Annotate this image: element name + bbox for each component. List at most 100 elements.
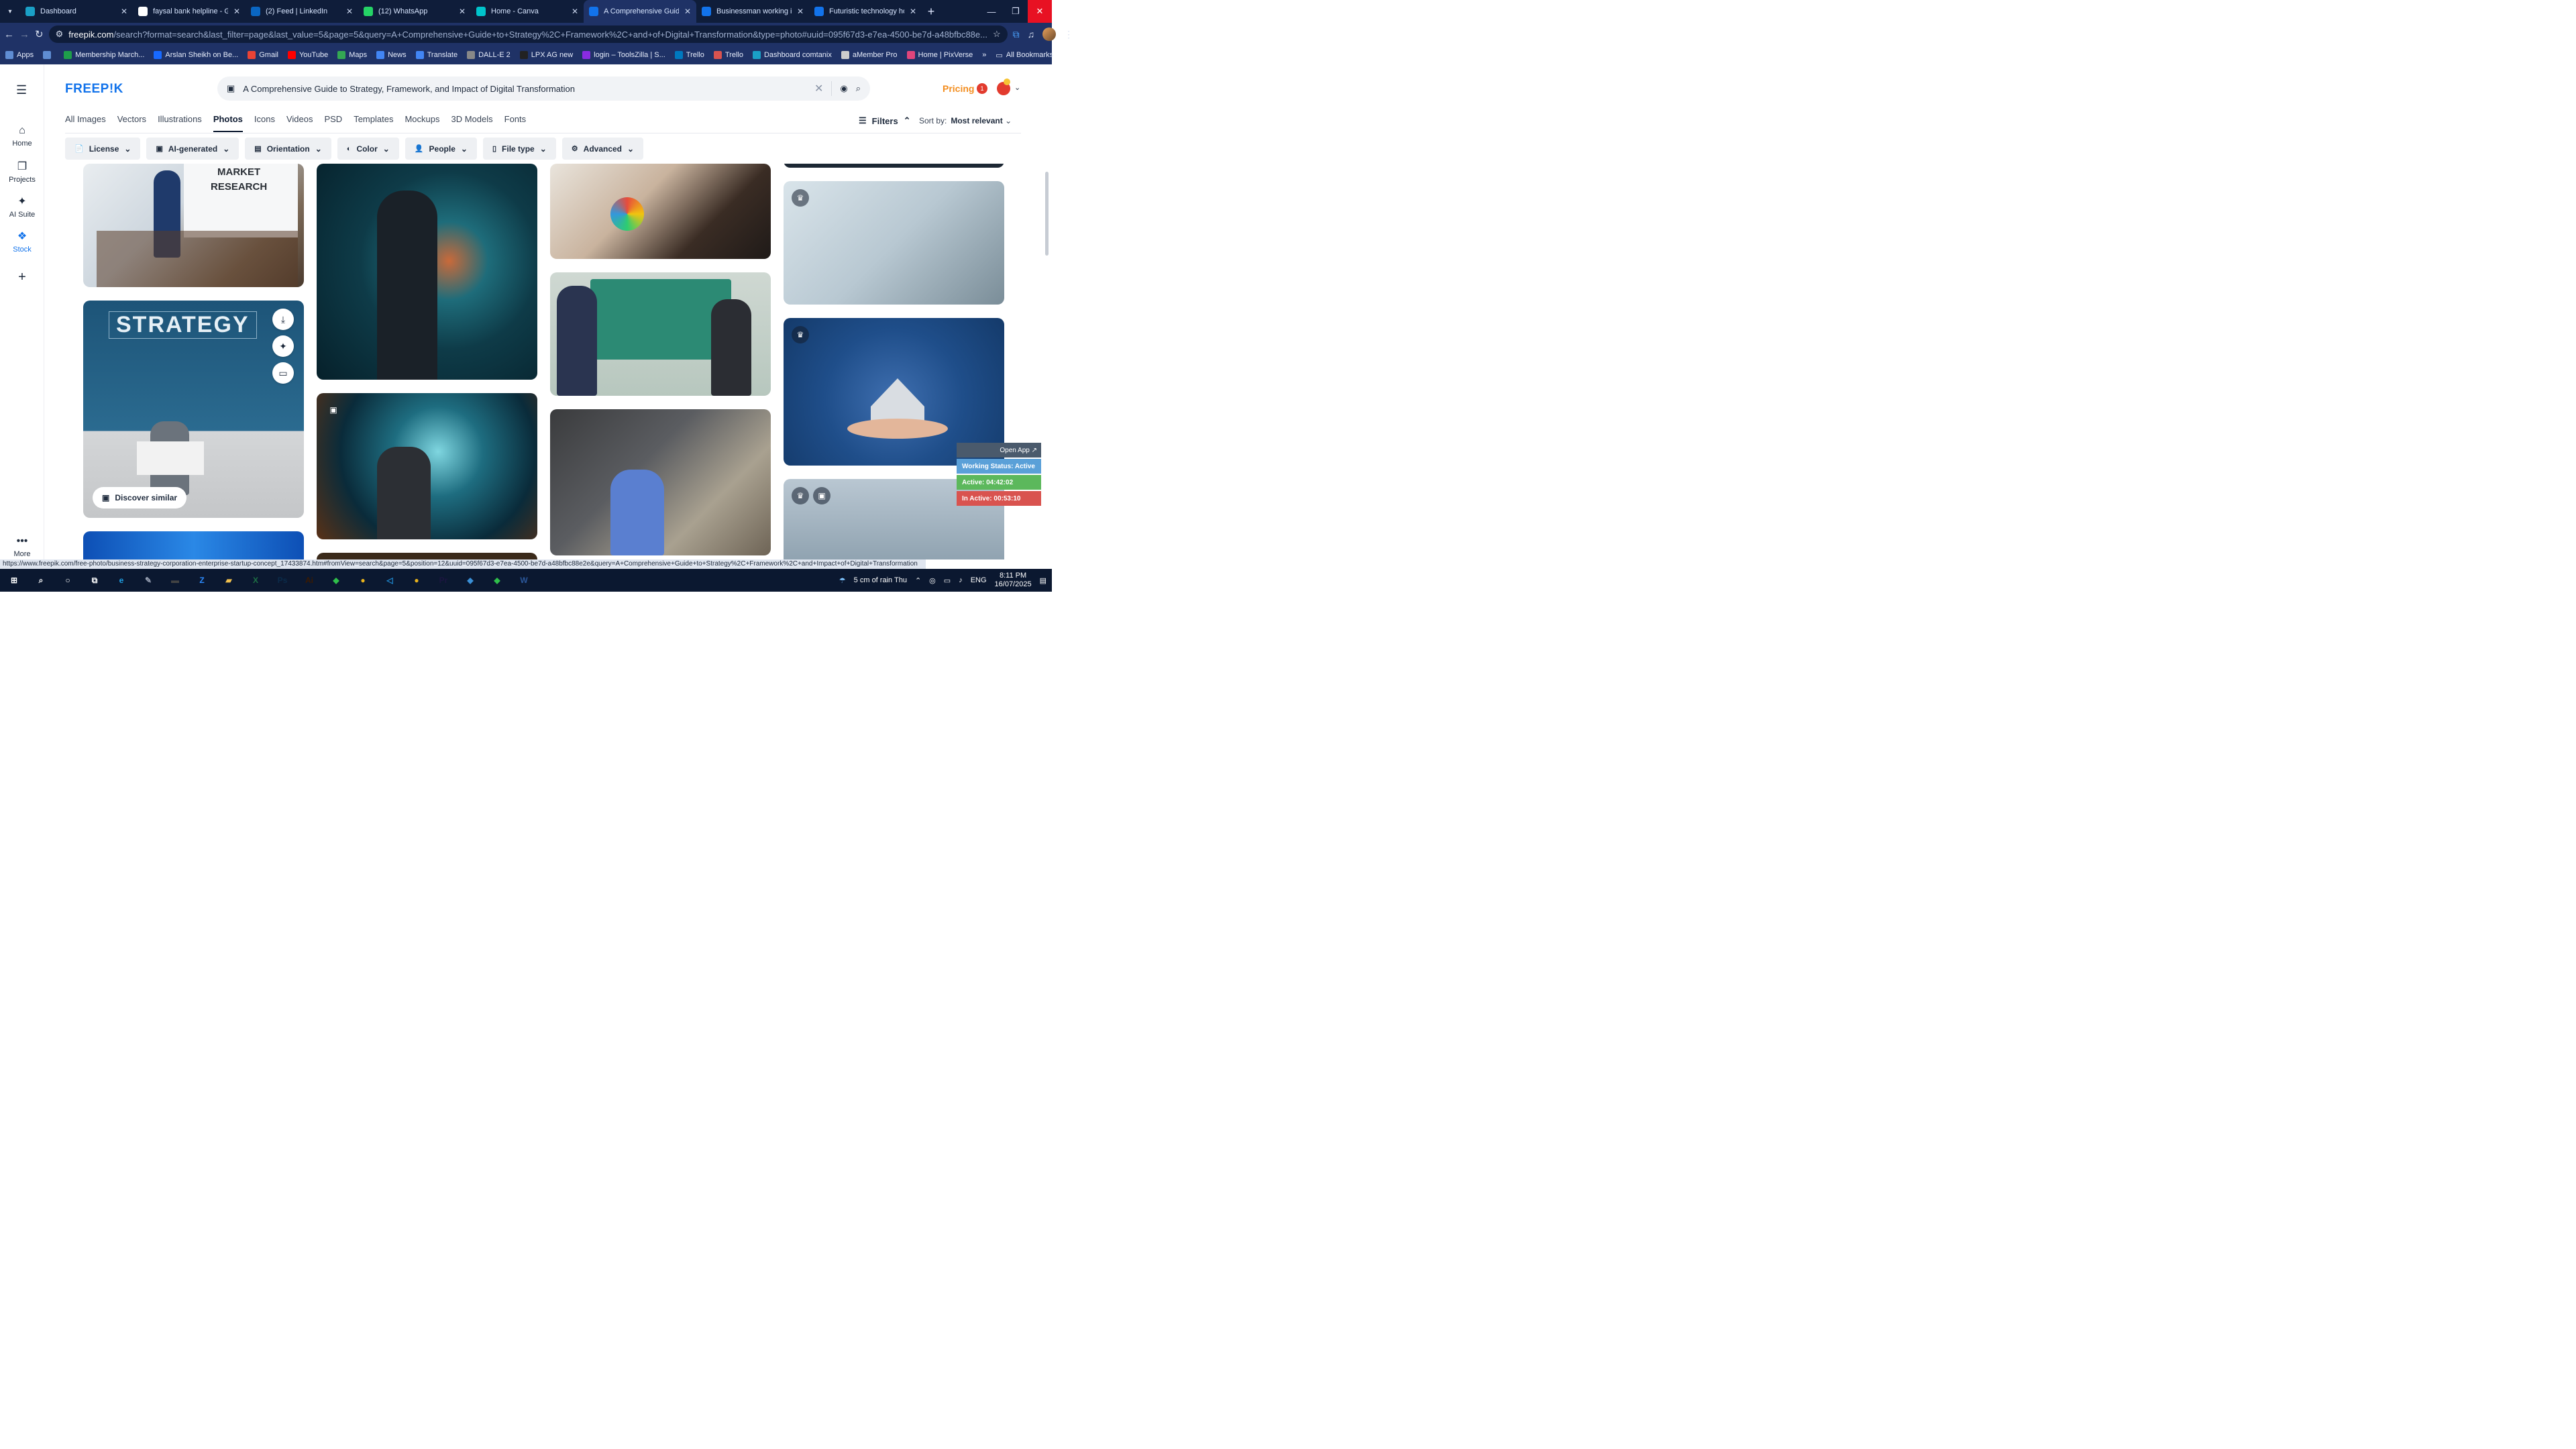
category-tab[interactable]: Templates [354, 114, 393, 132]
illustrator-icon[interactable]: Ai [301, 572, 318, 589]
bookmark-item[interactable]: LPX AG new [519, 51, 573, 59]
close-tab-icon[interactable]: ✕ [121, 7, 127, 16]
close-tab-icon[interactable]: ✕ [684, 7, 691, 16]
bookmark-item[interactable]: Trello [713, 51, 743, 59]
bookmark-item[interactable]: YouTube [287, 51, 328, 59]
new-tab-button[interactable]: + [922, 5, 941, 19]
category-tab[interactable]: Photos [213, 114, 243, 132]
browser-tab[interactable]: Futuristic technology holo✕ [809, 0, 922, 23]
photo-card-office-desk[interactable] [550, 409, 771, 555]
chrome-active-icon[interactable]: ● [408, 572, 425, 589]
browser-tab[interactable]: (2) Feed | LinkedIn ✕ [246, 0, 358, 23]
category-tab[interactable]: 3D Models [451, 114, 492, 132]
bookmark-item[interactable]: Dashboard comtanix [752, 51, 832, 59]
category-tab[interactable]: Illustrations [158, 114, 202, 132]
photo-card-team-collaboration[interactable]: ♛ [784, 181, 1004, 305]
bookmark-item[interactable]: login – ToolsZilla | S... [582, 51, 665, 59]
pen-icon[interactable]: ✎ [140, 572, 157, 589]
word-icon[interactable]: W [515, 572, 533, 589]
category-tab[interactable]: Mockups [405, 114, 439, 132]
chrome-icon[interactable]: ● [354, 572, 372, 589]
page-scrollbar[interactable] [1045, 172, 1049, 256]
edge-icon[interactable]: e [113, 572, 130, 589]
bookmark-star-icon[interactable]: ☆ [993, 29, 1001, 40]
photo-card-woman-tablet[interactable]: ▣ [317, 393, 537, 539]
media-control-icon[interactable]: ♫ [1028, 29, 1035, 40]
search-bar[interactable]: ▣ A Comprehensive Guide to Strategy, Fra… [217, 76, 870, 101]
omnibox[interactable]: ⚙ freepik.com/search?format=search&last_… [48, 25, 1008, 43]
bookmark-item[interactable]: aMember Pro [841, 51, 898, 59]
search-icon[interactable]: ⌕ [32, 572, 50, 589]
bookmark-item[interactable]: Apps [5, 51, 34, 59]
bookmark-item[interactable]: Translate [415, 51, 458, 59]
browser-menu-icon[interactable]: ⋮ [1064, 29, 1073, 40]
premiere-icon[interactable]: Pr [435, 572, 452, 589]
photo-card-market-research[interactable]: MARKET RESEARCH [83, 164, 304, 287]
search-icon[interactable]: ⌕ [856, 83, 861, 94]
bookmark-item[interactable]: Home | PixVerse [906, 51, 973, 59]
bookmark-item[interactable]: News [376, 51, 407, 59]
bookmark-item[interactable]: DALL-E 2 [467, 51, 511, 59]
vscode-icon[interactable]: ◁ [381, 572, 398, 589]
close-tab-icon[interactable]: ✕ [346, 7, 353, 16]
photo-card[interactable] [784, 164, 1004, 168]
browser-tab[interactable]: (12) WhatsApp ✕ [358, 0, 471, 23]
more-bookmarks-icon[interactable]: » [982, 51, 986, 59]
excel-icon[interactable]: X [247, 572, 264, 589]
files-icon[interactable]: ▰ [220, 572, 237, 589]
rail-add-button[interactable]: + [0, 270, 44, 285]
site-info-icon[interactable]: ⚙ [56, 29, 64, 40]
photo-card-team-meeting[interactable] [550, 164, 771, 259]
tab-search-icon[interactable]: ▾ [0, 0, 20, 23]
taskview-icon[interactable]: ⧉ [86, 572, 103, 589]
category-tab[interactable]: Fonts [504, 114, 527, 132]
browser-tab[interactable]: faysal bank helpline - Go ✕ [133, 0, 246, 23]
zoom-icon[interactable]: Z [193, 572, 211, 589]
browser-profile-avatar[interactable] [1042, 28, 1057, 41]
start-icon[interactable]: ⊞ [5, 572, 23, 589]
hamburger-menu-icon[interactable]: ☰ [16, 83, 27, 97]
filter-chip[interactable]: ▣ AI-generated ⌄ [146, 138, 239, 160]
rail-stock[interactable]: ❖ Stock [0, 229, 44, 254]
all-bookmarks-button[interactable]: ▭ All Bookmarks [996, 51, 1053, 60]
rail-more[interactable]: ••• More [0, 535, 44, 558]
category-tab[interactable]: PSD [324, 114, 342, 132]
category-tab[interactable]: Icons [254, 114, 275, 132]
category-tab[interactable]: Vectors [117, 114, 146, 132]
photo-card-strategy[interactable]: STRATEGY ⤓ ✦ ▭ ▣ Discover similar [83, 301, 304, 518]
clear-search-icon[interactable]: ✕ [814, 82, 823, 95]
browser-tab[interactable]: A Comprehensive Guide t✕ [584, 0, 696, 23]
browser-tab[interactable]: Dashboard ✕ [20, 0, 133, 23]
sort-dropdown[interactable]: Sort by: Most relevant ⌄ [919, 116, 1012, 125]
filter-chip[interactable]: ◐ Color ⌄ [337, 138, 399, 160]
extensions-icon[interactable]: ⧉ [1013, 29, 1020, 40]
close-tab-icon[interactable]: ✕ [233, 7, 240, 16]
cortana-icon[interactable]: ○ [59, 572, 76, 589]
clock[interactable]: 8:11 PM 16/07/2025 [995, 572, 1032, 589]
filter-chip[interactable]: ▯ File type ⌄ [482, 138, 556, 160]
discover-similar-button[interactable]: ▣ Discover similar [93, 487, 187, 508]
bookmark-item[interactable]: Gmail [248, 51, 278, 59]
photo-card-hologram-businessman[interactable] [317, 164, 537, 380]
rail-home[interactable]: ⌂ Home [0, 125, 44, 148]
filter-chip[interactable]: ▤ Orientation ⌄ [245, 138, 331, 160]
volume-icon[interactable]: ♪ [959, 576, 963, 584]
app-icon[interactable]: ◆ [462, 572, 479, 589]
weather-icon[interactable]: ☂ [839, 576, 846, 585]
filter-chip[interactable]: 📄 License ⌄ [65, 138, 141, 160]
open-app-link[interactable]: Open App ↗ [957, 443, 1041, 458]
image-search-icon[interactable]: ▣ [227, 83, 235, 94]
browser-tab[interactable]: Businessman working in c✕ [696, 0, 809, 23]
notifications-icon[interactable]: ▤ [1040, 576, 1046, 585]
maximize-button[interactable]: ❐ [1004, 0, 1028, 23]
filter-chip[interactable]: ⚙ Advanced ⌄ [561, 138, 644, 160]
bluestacks-icon[interactable]: ◆ [327, 572, 345, 589]
category-tab[interactable]: Videos [286, 114, 313, 132]
camera-tray-icon[interactable]: ◎ [929, 576, 936, 585]
tray-expand-icon[interactable]: ⌃ [915, 576, 921, 585]
filters-toggle[interactable]: ☰ Filters ⌃ [859, 115, 911, 126]
rail-projects[interactable]: ❐ Projects [0, 160, 44, 184]
pricing-link[interactable]: Pricing [943, 83, 974, 94]
notification-badge[interactable]: 1 [977, 83, 987, 94]
close-tab-icon[interactable]: ✕ [459, 7, 466, 16]
